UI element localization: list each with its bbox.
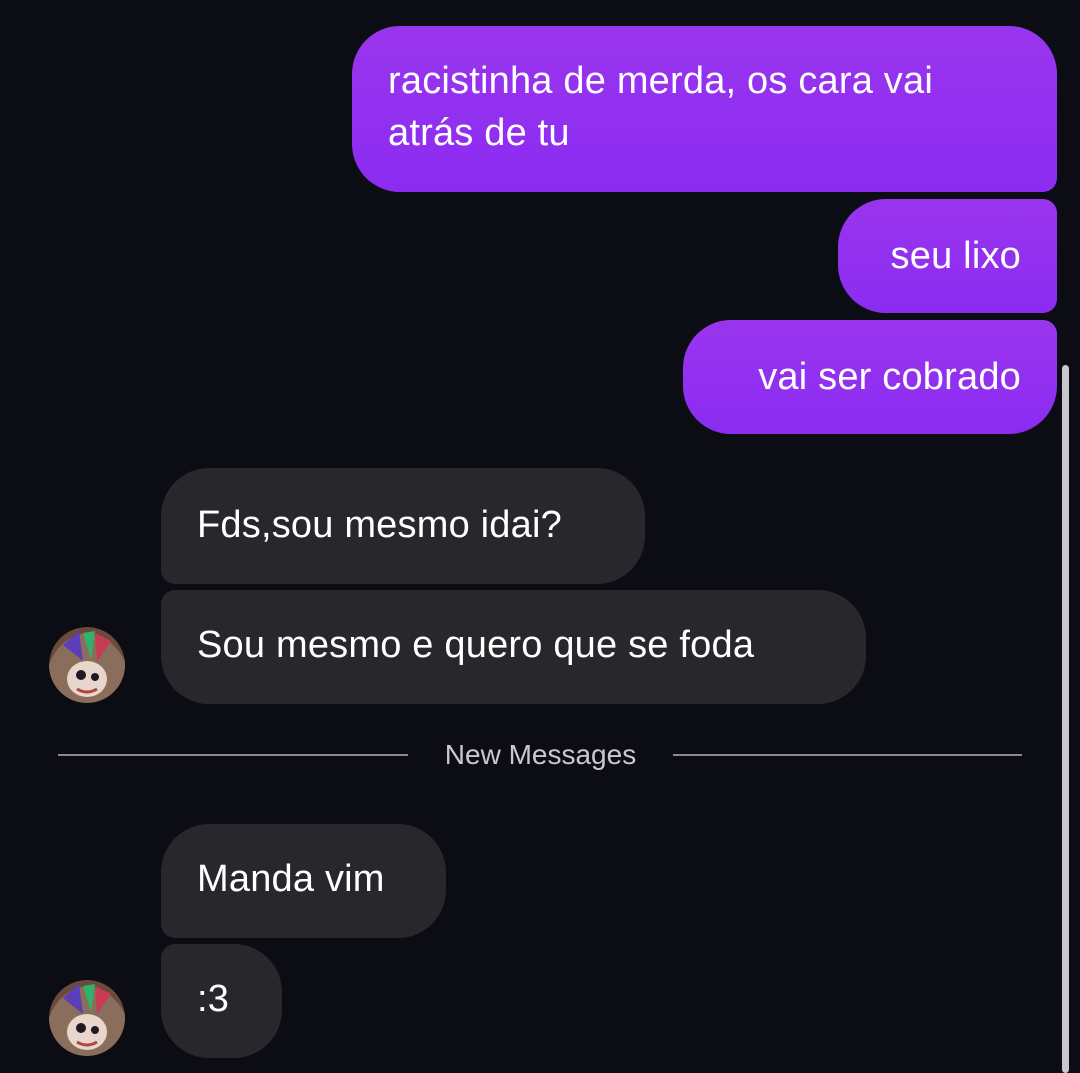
message-text: :3 <box>197 978 230 1020</box>
message-text: Fds,sou mesmo idai? <box>197 504 562 546</box>
incoming-message-bubble[interactable]: Sou mesmo e quero que se foda <box>161 590 866 704</box>
new-messages-divider-line <box>673 754 1022 756</box>
scrollbar-thumb[interactable] <box>1062 365 1069 1073</box>
contact-avatar-icon[interactable] <box>49 627 125 703</box>
message-text: Manda vim <box>197 858 385 900</box>
new-messages-divider-label: New Messages <box>444 739 637 770</box>
outgoing-message-bubble[interactable]: vai ser cobrado <box>683 320 1057 434</box>
avatar-image <box>49 980 125 1056</box>
avatar-image <box>49 627 125 703</box>
message-text: vai ser cobrado <box>758 356 1021 398</box>
incoming-message-bubble[interactable]: Fds,sou mesmo idai? <box>161 468 645 584</box>
message-text: Sou mesmo e quero que se foda <box>197 624 755 666</box>
message-text: seu lixo <box>890 235 1021 277</box>
incoming-message-bubble[interactable]: Manda vim <box>161 824 446 938</box>
chat-thread: racistinha de merda, os cara vai atrás d… <box>0 0 1080 1073</box>
outgoing-message-bubble[interactable]: seu lixo <box>838 199 1057 313</box>
message-text: racistinha de merda, os cara vai atrás d… <box>388 60 933 154</box>
contact-avatar-icon[interactable] <box>49 980 125 1056</box>
outgoing-message-bubble[interactable]: racistinha de merda, os cara vai atrás d… <box>352 26 1057 192</box>
new-messages-divider-line <box>58 754 408 756</box>
incoming-message-bubble[interactable]: :3 <box>161 944 282 1058</box>
